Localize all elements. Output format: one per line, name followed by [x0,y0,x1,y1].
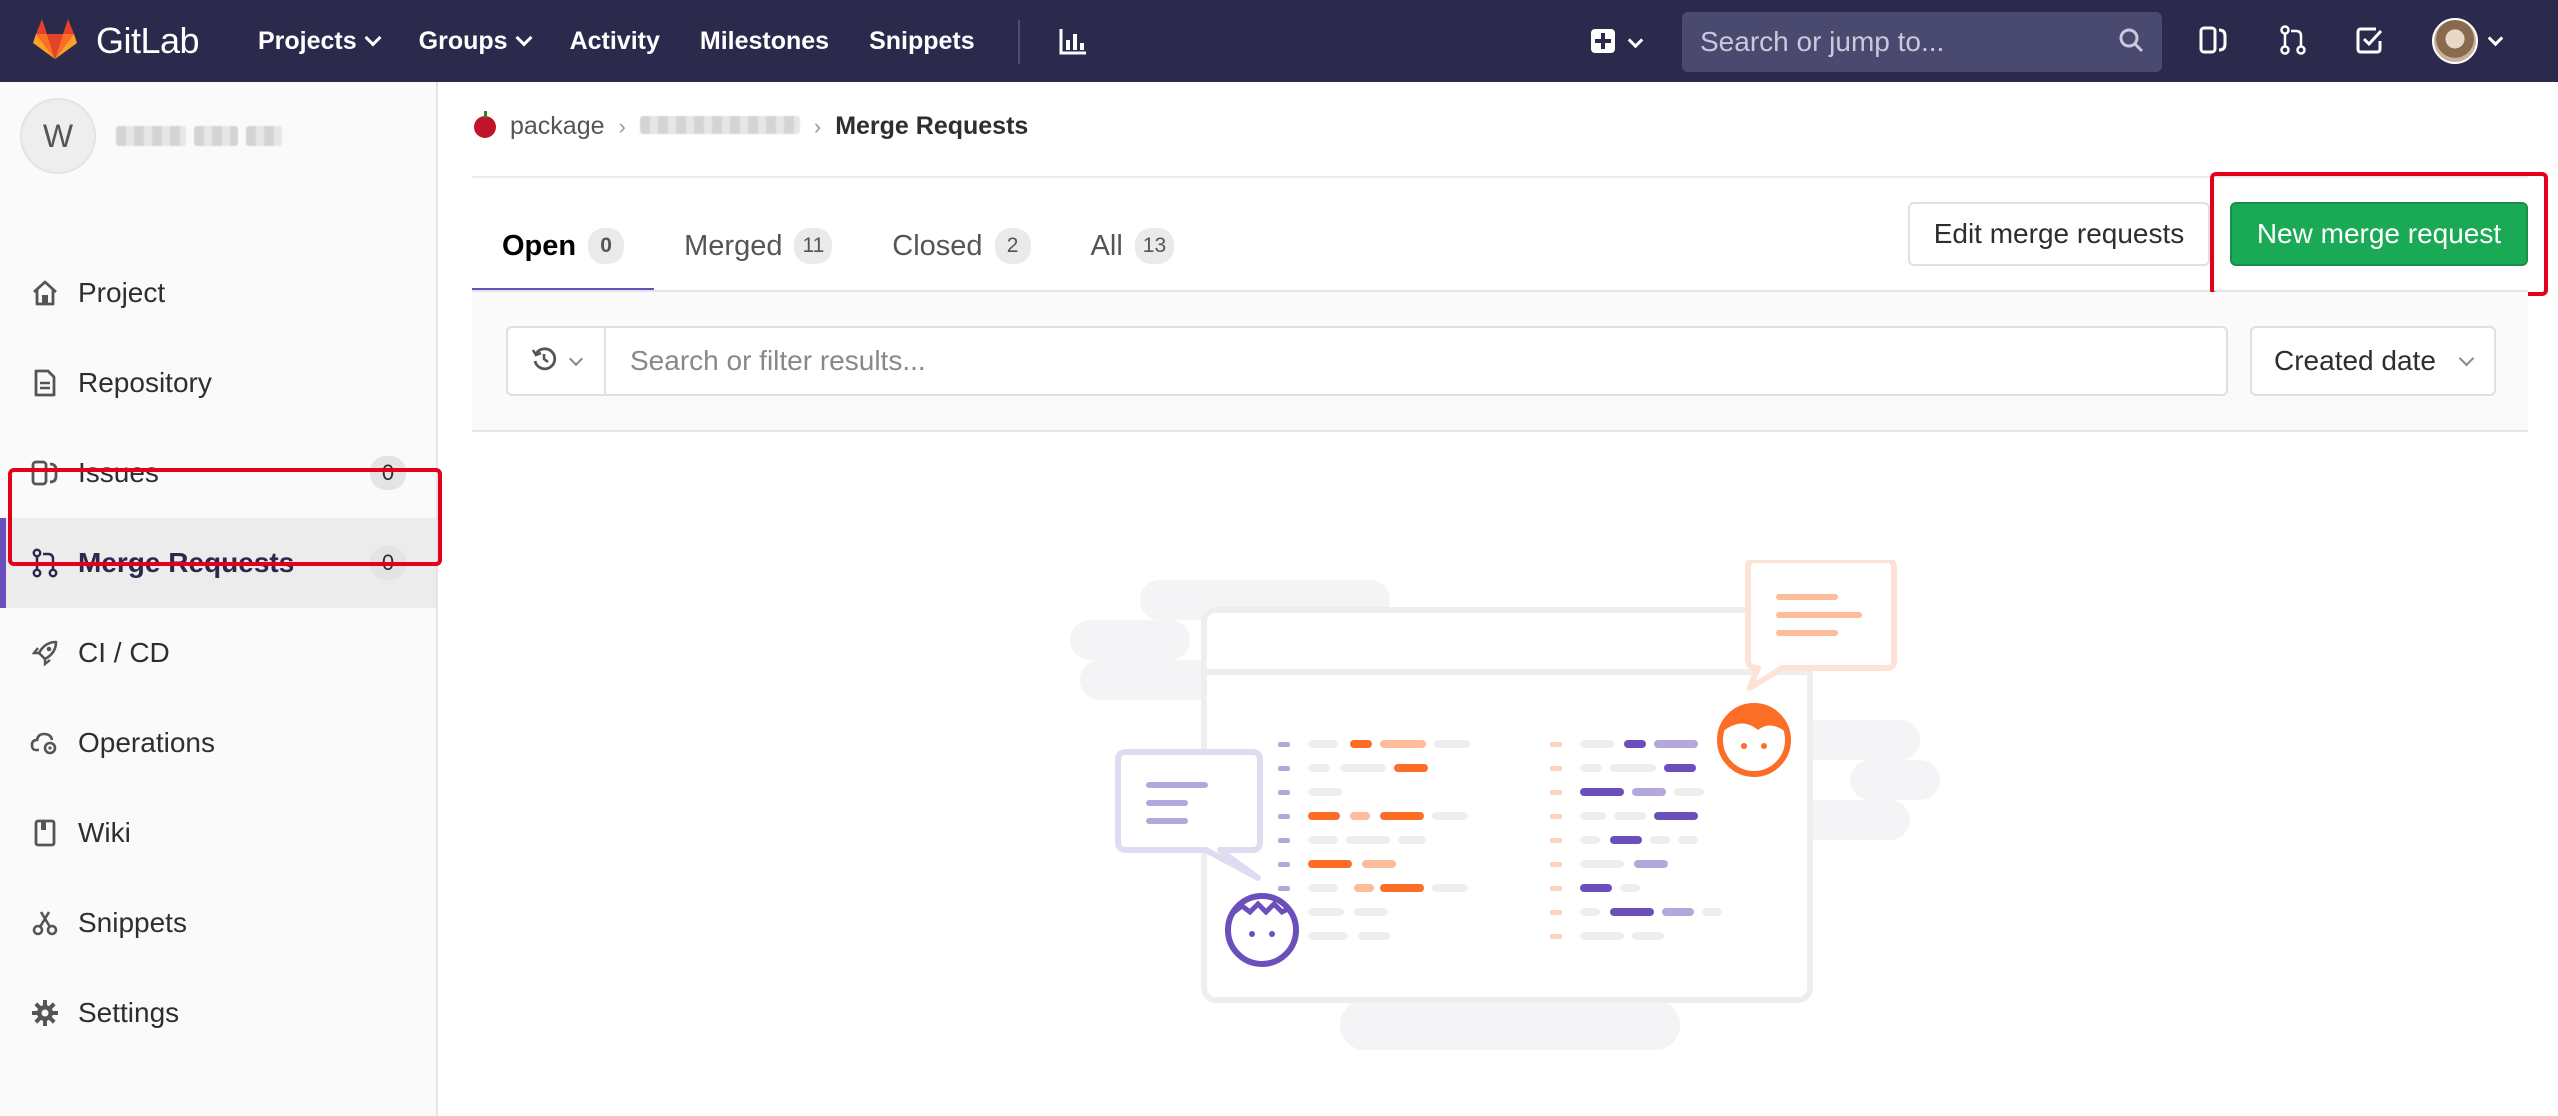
tab-open[interactable]: Open 0 [472,200,655,292]
nav-projects[interactable]: Projects [258,26,382,56]
issues-count-badge: 0 [370,456,406,490]
nav-snippets[interactable]: Snippets [869,27,975,56]
tab-open-label: Open [502,229,577,262]
sidebar-item-issues[interactable]: Issues 0 [0,428,436,518]
global-search[interactable] [1682,12,2162,72]
tab-closed[interactable]: Closed 2 [862,200,1060,292]
sidebar-item-label: Wiki [78,817,131,848]
tab-all[interactable]: All 13 [1061,200,1205,292]
breadcrumb-separator-icon: › [618,113,626,139]
todo-check-icon[interactable] [2354,24,2384,61]
tab-merged-count: 11 [794,228,833,264]
sidebar-item-settings[interactable]: Settings [0,968,436,1058]
breadcrumb-current[interactable]: Merge Requests [835,112,1028,141]
chevron-down-icon [364,29,382,47]
doc-icon [30,368,60,398]
sidebar-item-label: CI / CD [78,637,170,668]
sidebar-item-label: Settings [78,997,180,1028]
edit-merge-requests-button[interactable]: Edit merge requests [1908,202,2210,266]
sidebar-item-label: Snippets [78,907,187,938]
recent-searches-dropdown[interactable] [506,326,606,396]
sidebar-item-ci-cd[interactable]: CI / CD [0,608,436,698]
breadcrumb-divider [472,176,2528,178]
rocket-icon [30,638,60,668]
merge-request-state-tabs: Open 0 Merged 11 Closed 2 All 13 [472,200,1204,292]
chart-icon[interactable] [1058,26,1088,61]
nav-projects-label: Projects [258,26,357,55]
gitlab-logo-icon [32,16,78,65]
breadcrumb-project-redacted[interactable] [639,112,800,141]
chevron-down-icon [2487,30,2504,46]
tab-merged-label: Merged [684,229,783,262]
scissors-icon [30,908,60,938]
sidebar-item-snippets[interactable]: Snippets [0,878,436,968]
nav-milestones-label: Milestones [699,26,830,55]
sort-dropdown-label: Created date [2274,345,2436,376]
tab-open-count: 0 [588,228,625,264]
tab-closed-label: Closed [892,229,983,262]
user-menu[interactable] [2432,18,2504,64]
global-search-input[interactable] [1700,26,2118,58]
project-header[interactable]: W [20,98,282,174]
project-avatar: W [20,98,96,174]
tab-closed-count: 2 [994,228,1031,264]
gear-icon [30,998,60,1028]
nav-snippets-label: Snippets [869,26,975,55]
sidebar-item-merge-requests[interactable]: Merge Requests 0 [0,518,436,608]
sidebar-item-project[interactable]: Project [0,248,436,338]
book-icon [30,818,60,848]
filter-search-box[interactable] [604,326,2228,396]
sidebar-item-wiki[interactable]: Wiki [0,788,436,878]
nav-links: Projects Groups Activity Milestones Snip… [258,0,1015,82]
empty-state-illustration [1070,557,1950,1075]
sidebar-item-repository[interactable]: Repository [0,338,436,428]
new-merge-request-button[interactable]: New merge request [2230,202,2528,266]
sidebar-item-operations[interactable]: Operations [0,698,436,788]
plus-square-icon [1590,28,1616,59]
filter-bar: Created date [472,292,2528,432]
avatar [2432,18,2478,64]
history-icon [531,346,557,377]
sidebar-item-label: Repository [78,367,212,398]
chevron-down-icon [2458,350,2475,366]
sidebar-item-label: Operations [78,727,215,758]
nav-milestones[interactable]: Milestones [700,27,829,56]
tab-all-label: All [1090,229,1123,262]
sidebar-item-label: Project [78,277,166,308]
breadcrumb-separator-icon: › [813,113,822,139]
cloud-gear-icon [30,728,60,758]
merge-requests-count-badge: 0 [370,546,406,580]
breadcrumb-group-link[interactable]: package [510,112,605,141]
tab-all-count: 13 [1134,228,1175,264]
project-sidebar: W Project Repository Issues 0 Merge Requ… [0,82,438,1116]
nav-groups-label: Groups [418,26,508,55]
nav-divider [1018,20,1020,64]
merge-request-icon [30,548,60,578]
home-icon [30,278,60,308]
group-avatar-icon [474,110,496,138]
filter-search-input[interactable] [630,345,2202,377]
chevron-down-icon [515,29,533,47]
breadcrumb: package › › Merge Requests [474,110,1028,141]
chevron-down-icon [1627,32,1644,49]
sort-dropdown[interactable]: Created date [2250,326,2496,396]
search-icon [2118,27,2144,58]
merge-request-nav-icon[interactable] [2278,24,2308,61]
sidebar-item-label: Issues [78,457,159,488]
brand-name: GitLab [96,19,200,61]
nav-activity-label: Activity [569,26,660,55]
issues-icon [30,458,60,488]
gitlab-home-link[interactable]: GitLab [32,16,200,65]
issues-nav-icon[interactable] [2198,24,2228,61]
nav-groups[interactable]: Groups [418,26,533,56]
project-name-redacted [116,126,282,146]
chevron-down-icon [568,351,584,366]
top-navbar: GitLab Projects Groups Activity Mileston… [0,0,2558,82]
sidebar-item-label: Merge Requests [78,547,295,578]
nav-activity[interactable]: Activity [570,27,660,56]
tab-merged[interactable]: Merged 11 [654,200,862,292]
new-dropdown[interactable] [1590,28,1644,59]
